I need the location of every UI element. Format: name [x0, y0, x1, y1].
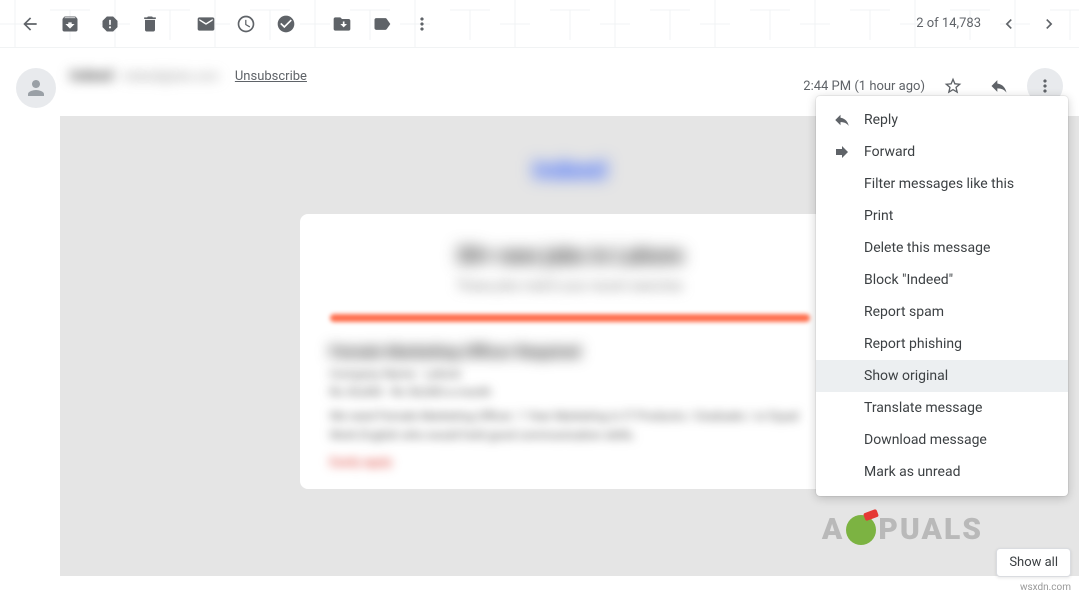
menu-download[interactable]: Download message [816, 424, 1068, 456]
menu-label: Show original [864, 368, 948, 384]
mark-unread-icon[interactable] [186, 4, 226, 44]
job-meta: Company Name · Lahore [330, 367, 810, 381]
watermark: APUALS [822, 512, 983, 547]
menu-translate[interactable]: Translate message [816, 392, 1068, 424]
menu-report-phishing[interactable]: Report phishing [816, 328, 1068, 360]
delete-icon[interactable] [130, 4, 170, 44]
job-title: Female Marketing Officer Required [330, 342, 810, 361]
job-desc: We need Female Marketing Officer. 1 Year… [330, 407, 810, 445]
menu-delete[interactable]: Delete this message [816, 232, 1068, 264]
menu-forward[interactable]: Forward [816, 136, 1068, 168]
job-salary: Rs 35,000 - Rs 50,000 a month [330, 385, 810, 399]
divider [330, 314, 810, 322]
menu-label: Download message [864, 432, 987, 448]
email-card: 30+ new jobs in Lahore These jobs match … [300, 214, 840, 489]
next-icon[interactable] [1029, 4, 1069, 44]
menu-label: Mark as unread [864, 464, 960, 480]
source-url: wsxdn.com [1020, 582, 1071, 593]
snooze-icon[interactable] [226, 4, 266, 44]
label-icon[interactable] [362, 4, 402, 44]
back-icon[interactable] [10, 4, 50, 44]
menu-label: Report phishing [864, 336, 962, 352]
move-icon[interactable] [322, 4, 362, 44]
forward-icon [832, 142, 852, 162]
show-all-button[interactable]: Show all [996, 548, 1071, 577]
sender-name: Indeed [70, 68, 113, 84]
tasks-icon[interactable] [266, 4, 306, 44]
menu-label: Report spam [864, 304, 944, 320]
menu-label: Delete this message [864, 240, 990, 256]
menu-reply[interactable]: Reply [816, 104, 1068, 136]
email-title: 30+ new jobs in Lahore [330, 244, 810, 269]
toolbar: 2 of 14,783 [0, 0, 1079, 48]
message-count: 2 of 14,783 [916, 16, 981, 31]
menu-label: Reply [864, 112, 898, 128]
menu-label: Filter messages like this [864, 176, 1014, 192]
watermark-logo-icon [846, 515, 876, 545]
menu-print[interactable]: Print [816, 200, 1068, 232]
menu-label: Forward [864, 144, 915, 160]
email-subtitle: These jobs match your recent searches [330, 279, 810, 294]
menu-label: Block "Indeed" [864, 272, 953, 288]
avatar [16, 68, 56, 108]
menu-report-spam[interactable]: Report spam [816, 296, 1068, 328]
job-link[interactable]: Easily apply [330, 455, 810, 469]
more-icon[interactable] [402, 4, 442, 44]
spam-icon[interactable] [90, 4, 130, 44]
menu-filter[interactable]: Filter messages like this [816, 168, 1068, 200]
sender-email: indeed@jobs.com [123, 69, 219, 83]
menu-show-original[interactable]: Show original [816, 360, 1068, 392]
reply-icon [832, 110, 852, 130]
unsubscribe-link[interactable]: Unsubscribe [235, 69, 307, 84]
menu-label: Print [864, 208, 893, 224]
archive-icon[interactable] [50, 4, 90, 44]
menu-label: Translate message [864, 400, 982, 416]
menu-block[interactable]: Block "Indeed" [816, 264, 1068, 296]
prev-icon[interactable] [989, 4, 1029, 44]
message-actions-menu: Reply Forward Filter messages like this … [816, 96, 1068, 496]
menu-mark-unread[interactable]: Mark as unread [816, 456, 1068, 488]
message-time: 2:44 PM (1 hour ago) [803, 79, 925, 94]
